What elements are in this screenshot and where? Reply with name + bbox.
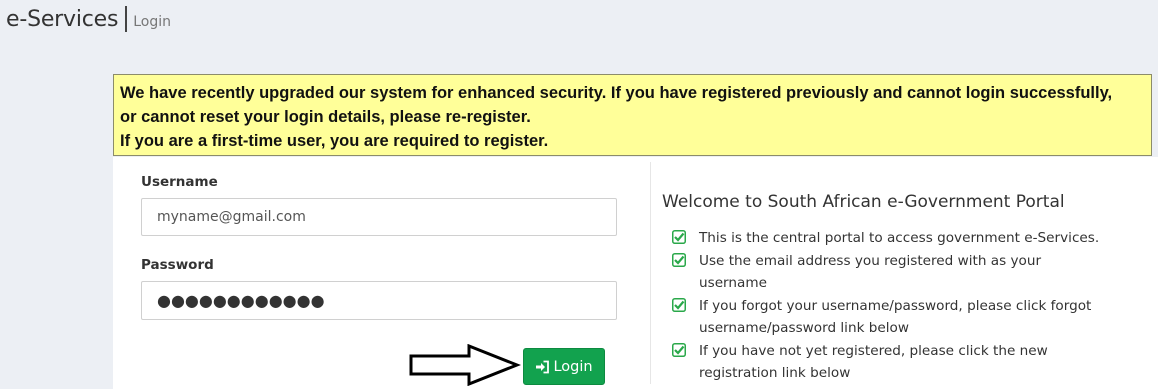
header-divider: [125, 6, 128, 32]
username-label: Username: [141, 174, 218, 190]
welcome-info-list: This is the central portal to access gov…: [670, 227, 1110, 385]
list-item-text: If you have not yet registered, please c…: [699, 342, 1048, 382]
page-header: e-Services Login: [6, 6, 171, 32]
login-button[interactable]: Login: [523, 348, 605, 385]
username-value: myname@gmail.com: [157, 209, 306, 225]
page-subtitle: Login: [133, 14, 172, 30]
notice-line-1: We have recently upgraded our system for…: [120, 84, 1113, 102]
login-card: Username myname@gmail.com Password ●●●●●…: [113, 157, 1158, 389]
welcome-title: Welcome to South African e-Government Po…: [662, 192, 1065, 212]
notice-line-3: If you are a first-time user, you are re…: [120, 132, 549, 150]
list-item-text: If you forgot your username/password, pl…: [699, 297, 1092, 337]
list-item-text: Use the email address you registered wit…: [699, 252, 1042, 292]
app-title: e-Services: [6, 6, 119, 32]
list-item-text: This is the central portal to access gov…: [699, 230, 1100, 246]
login-button-label: Login: [553, 358, 593, 375]
list-item: If you have not yet registered, please c…: [670, 340, 1110, 385]
list-item: This is the central portal to access gov…: [670, 227, 1110, 250]
check-square-icon: [672, 230, 686, 244]
notice-line-2: or cannot reset your login details, plea…: [120, 108, 531, 126]
password-input[interactable]: ●●●●●●●●●●●●: [141, 281, 617, 320]
sign-in-icon: [536, 360, 550, 373]
username-input[interactable]: myname@gmail.com: [141, 198, 617, 236]
security-notice-banner: We have recently upgraded our system for…: [113, 74, 1152, 156]
arrow-right-outline-icon: [409, 344, 521, 386]
list-item: If you forgot your username/password, pl…: [670, 295, 1110, 340]
check-square-icon: [672, 252, 686, 267]
column-divider: [650, 162, 651, 384]
password-label: Password: [141, 257, 214, 273]
password-value: ●●●●●●●●●●●●: [157, 291, 325, 310]
list-item: Use the email address you registered wit…: [670, 250, 1110, 295]
check-square-icon: [672, 297, 686, 312]
check-square-icon: [672, 342, 686, 357]
